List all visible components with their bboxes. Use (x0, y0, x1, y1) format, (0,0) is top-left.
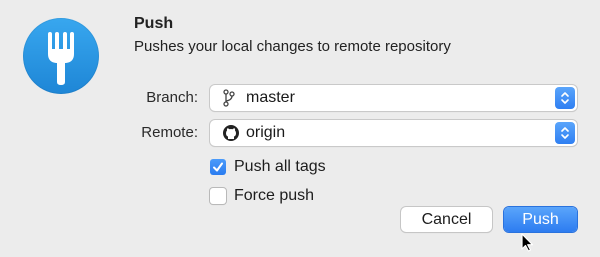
remote-select[interactable]: origin (210, 120, 577, 146)
dialog-subtitle: Pushes your local changes to remote repo… (134, 38, 451, 55)
push-button[interactable]: Push (504, 207, 577, 232)
force-push-checkbox[interactable] (210, 188, 226, 204)
chevron-up-down-icon[interactable] (555, 87, 575, 109)
push-all-tags-checkbox[interactable] (210, 159, 226, 175)
branch-label: Branch: (146, 89, 198, 106)
fork-icon (23, 18, 99, 94)
checkmark-icon (213, 162, 223, 172)
branch-select[interactable]: master (210, 85, 577, 111)
branch-value: master (246, 89, 295, 106)
force-push-label[interactable]: Force push (234, 187, 314, 205)
git-branch-icon (222, 89, 236, 112)
chevron-up-down-icon[interactable] (555, 122, 575, 144)
arrow-cursor-icon (521, 233, 535, 257)
push-all-tags-label[interactable]: Push all tags (234, 158, 326, 176)
remote-label: Remote: (141, 124, 198, 141)
dialog-title: Push (134, 15, 174, 32)
cancel-button[interactable]: Cancel (401, 207, 492, 232)
github-octocat-icon (222, 124, 240, 147)
remote-value: origin (246, 124, 286, 141)
